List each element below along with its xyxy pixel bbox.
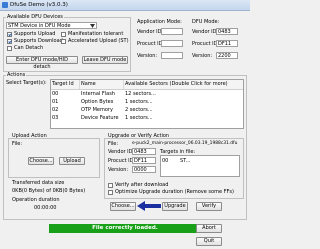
dialog-body: Available DFU Devices STM Device in DFU … xyxy=(0,11,250,249)
targets-table[interactable]: Target Id Name Available Sectors (Double… xyxy=(50,79,244,129)
column-header-target-id[interactable]: Target Id xyxy=(51,80,80,89)
file-product-id-field: DF11 xyxy=(132,157,156,164)
supports-upload-label: Supports Upload xyxy=(14,31,56,37)
transferred-size-label: Transferred data size xyxy=(12,180,65,186)
upload-button[interactable]: Upload xyxy=(59,157,85,165)
optimize-upgrade-checkbox[interactable] xyxy=(108,190,113,195)
device-select[interactable]: STM Device in DFU Mode xyxy=(6,22,97,29)
upload-file-label: File: xyxy=(12,141,23,147)
quit-button[interactable]: Quit xyxy=(196,237,222,246)
dfu-version-field: 2200 xyxy=(216,52,238,59)
upgrade-choose-button[interactable]: Choose... xyxy=(110,202,136,211)
dfu-vendor-id-label: Vendor ID: xyxy=(192,29,219,35)
table-row[interactable]: 01 Option Bytes 1 sectors... xyxy=(51,98,243,106)
app-vendor-id-label: Vendor ID: xyxy=(137,29,164,35)
dfu-product-id-field: DF11 xyxy=(216,40,238,47)
optimize-upgrade-label: Optimize Upgrade duration (Remove some F… xyxy=(115,189,234,195)
app-version-field xyxy=(161,52,183,59)
dfu-mode-label: DFU Mode: xyxy=(192,19,220,25)
dfu-version-label: Version: xyxy=(192,53,213,59)
select-target-label: Select Target(s): xyxy=(6,80,47,86)
verify-button[interactable]: Verify xyxy=(196,202,222,211)
chevron-down-icon xyxy=(90,24,95,28)
column-header-name[interactable]: Name xyxy=(80,80,124,89)
upgrade-file-label: File: xyxy=(108,141,119,147)
verify-after-download-checkbox[interactable] xyxy=(108,183,113,188)
transferred-size-value: 0KB(0 Bytes) of 0KB(0 Bytes) xyxy=(12,188,86,194)
file-version-field: 0000 xyxy=(132,166,156,173)
app-product-id-field xyxy=(161,40,183,47)
upload-choose-button[interactable]: Choose... xyxy=(28,157,54,165)
targets-table-header: Target Id Name Available Sectors (Double… xyxy=(51,80,243,90)
upgrade-file-value: e-puck2_main-processor_06.03.19_1988c31.… xyxy=(132,141,238,146)
application-mode-label: Application Mode: xyxy=(137,19,182,25)
supports-download-label: Supports Download xyxy=(14,38,63,44)
accelerated-upload-checkbox[interactable] xyxy=(61,39,66,44)
manifestation-tolerant-label: Manifestation tolerant xyxy=(68,31,124,37)
app-version-label: Version: xyxy=(137,53,158,59)
verify-after-download-label: Verify after download xyxy=(115,182,169,188)
enter-dfu-button[interactable]: Enter DFU mode/HID detach xyxy=(6,56,78,70)
manifestation-tolerant-checkbox[interactable] xyxy=(61,32,66,37)
table-row[interactable]: 03 Device Feature 1 sectors... xyxy=(51,114,243,122)
targets-in-file-list[interactable]: 00 ST... xyxy=(160,155,240,177)
status-message: File correctly loaded. xyxy=(49,224,201,233)
devices-group-label: Available DFU Devices xyxy=(6,14,64,20)
supports-download-checkbox[interactable] xyxy=(7,39,12,44)
window-title: DfuSe Demo (v3.0.3) xyxy=(10,2,68,8)
dfu-vendor-id-field: 0483 xyxy=(216,28,238,35)
accelerated-upload-label: Accelerated Upload (ST) xyxy=(68,38,129,44)
app-vendor-id-field xyxy=(161,28,183,35)
file-vendor-id-label: Vendor ID: xyxy=(108,149,135,155)
file-version-label: Version: xyxy=(108,167,129,173)
can-detach-checkbox[interactable] xyxy=(7,46,12,51)
supports-upload-checkbox[interactable] xyxy=(7,32,12,37)
column-header-sectors[interactable]: Available Sectors (Double Click for more… xyxy=(124,80,243,89)
list-item[interactable]: 00 ST... xyxy=(161,157,239,165)
operation-duration-value: 00:00:00 xyxy=(34,205,57,211)
arrow-left-icon xyxy=(137,201,161,211)
title-bar: DfuSe Demo (v3.0.3) xyxy=(0,0,250,11)
file-vendor-id-field: 0483 xyxy=(132,148,156,155)
upgrade-button[interactable]: Upgrade xyxy=(162,202,188,211)
table-row[interactable]: 02 OTP Memory 2 sectors... xyxy=(51,106,243,114)
app-icon xyxy=(2,2,8,8)
leave-dfu-button[interactable]: Leave DFU mode xyxy=(82,56,128,64)
table-row[interactable]: 00 Internal Flash 12 sectors... xyxy=(51,90,243,98)
operation-duration-label: Operation duration xyxy=(12,197,60,203)
device-select-value: STM Device in DFU Mode xyxy=(8,23,71,29)
abort-button[interactable]: Abort xyxy=(196,224,222,233)
can-detach-label: Can Detach xyxy=(14,45,44,51)
actions-group-label: Actions xyxy=(6,72,27,78)
